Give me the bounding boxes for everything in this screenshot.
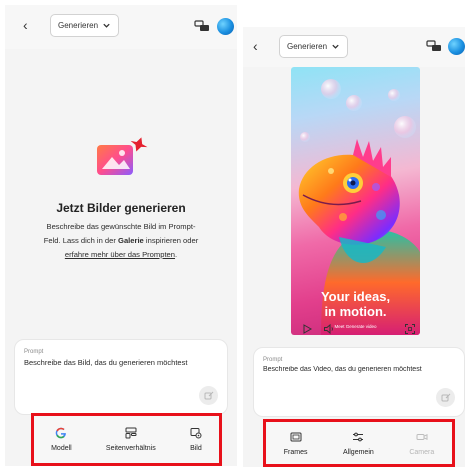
desc-line-2a: Feld. Lass dich in der [43,236,119,245]
camera-icon [416,433,428,440]
aspect-ratio-label: Seitenverhältnis [105,445,156,452]
avatar[interactable] [217,18,234,35]
mode-dropdown-label: Generieren [58,21,99,30]
credits-icon[interactable] [426,39,442,53]
back-button[interactable]: ‹ [253,39,258,53]
sliders-icon [353,432,364,441]
model-button[interactable]: Modell [51,427,72,452]
general-label: Allgemein [343,448,374,456]
image-generator-screen: ‹ Generieren Jetzt Bilder generieren Bes… [5,5,237,466]
video-title-line-2: in motion. [324,304,387,319]
generate-icon [204,391,213,399]
fullscreen-icon[interactable] [404,323,416,335]
generate-button[interactable] [436,388,455,407]
image-options-toolbar: Modell Seitenverhältnis Bild [31,413,222,466]
prompt-card: Prompt [253,347,465,417]
frames-label: Frames [283,448,308,456]
play-icon[interactable] [301,323,313,335]
chevron-down-icon [332,44,339,49]
empty-state-description: Beschreibe das gewünschte Bild im Prompt… [17,220,225,262]
aspect-ratio-icon [125,427,137,439]
avatar[interactable] [448,38,465,55]
mode-dropdown[interactable]: Generieren [279,35,349,58]
video-options-toolbar: Frames Allgemein Camera [263,419,455,467]
frames-icon [290,432,302,441]
image-sparkle-icon [97,137,148,175]
video-preview[interactable]: Your ideas, in motion. Meet Generate vid… [291,67,420,335]
aspect-ratio-button[interactable]: Seitenverhältnis [106,427,156,452]
model-label: Modell [51,445,72,452]
video-controls [291,323,420,339]
camera-button[interactable]: Camera [409,431,434,456]
frames-button[interactable]: Frames [284,431,308,456]
volume-icon[interactable] [323,323,335,335]
image-label: Bild [190,445,202,452]
video-title-line-1: Your ideas, [320,289,391,304]
camera-label: Camera [409,448,435,456]
prompt-card: Prompt [14,339,228,415]
desc-line-1: Beschreibe das gewünschte Bild im Prompt… [46,222,196,231]
generate-button[interactable] [199,386,218,405]
empty-state-heading: Jetzt Bilder generieren [56,201,186,215]
mode-dropdown-label: Generieren [287,42,328,51]
prompt-label: Prompt [263,357,283,363]
gallery-link[interactable]: Galerie [118,236,144,245]
back-button[interactable]: ‹ [23,18,28,32]
image-button[interactable]: Bild [190,427,202,452]
video-title: Your ideas, in motion. [291,289,420,319]
top-bar: ‹ Generieren [5,5,237,49]
desc-line-2b: inspirieren oder [143,236,199,245]
prompt-input[interactable] [263,366,455,373]
learn-prompting-link[interactable]: erfahre mehr über das Prompten [65,250,175,259]
image-settings-icon [190,428,202,439]
desc-end: . [175,250,178,259]
mode-dropdown[interactable]: Generieren [50,14,120,37]
credits-icon[interactable] [194,19,210,33]
g-logo-icon [56,427,67,439]
general-button[interactable]: Allgemein [343,431,374,456]
prompt-input[interactable] [24,358,218,367]
chevron-down-icon [103,23,110,28]
prompt-label: Prompt [24,349,44,355]
video-generator-screen: ‹ Generieren Your ideas, in motion. Meet… [243,27,465,467]
generate-icon [441,393,450,401]
top-bar: ‹ Generieren [243,27,465,67]
